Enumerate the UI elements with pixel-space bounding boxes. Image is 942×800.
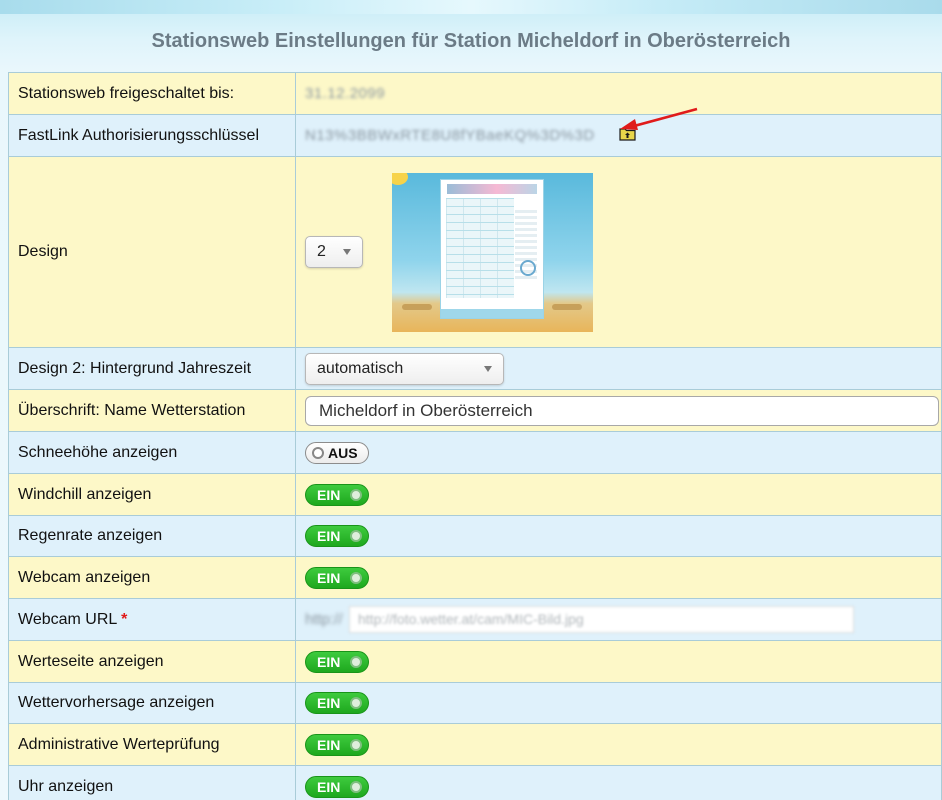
toggle-state: EIN [317, 569, 341, 586]
toggle-knob [350, 655, 362, 668]
value-page-toggle[interactable]: EIN [305, 650, 369, 673]
row-station-name: Überschrift: Name Wetterstation [8, 389, 942, 432]
row-label: Überschrift: Name Wetterstation [8, 389, 296, 432]
required-mark: * [121, 610, 128, 628]
snow-depth-toggle[interactable]: AUS [305, 441, 369, 464]
toggle-state: EIN [317, 653, 341, 670]
admin-check-toggle[interactable]: EIN [305, 733, 369, 756]
row-label: Webcam URL * [8, 598, 296, 641]
row-webcam: Webcam anzeigen EIN [8, 556, 942, 599]
toggle-state: AUS [328, 444, 358, 461]
webcam-url-label: Webcam URL [18, 610, 117, 628]
annotation-arrow-icon [620, 107, 698, 130]
row-label: Design 2: Hintergrund Jahreszeit [8, 347, 296, 390]
chevron-down-icon [343, 249, 351, 255]
toggle-knob [350, 571, 362, 584]
design-select[interactable]: 2 [305, 236, 363, 268]
unlocked-until-value: 31.12.2099 [305, 84, 386, 102]
forecast-toggle[interactable]: EIN [305, 692, 369, 714]
row-label: Windchill anzeigen [8, 473, 296, 516]
station-name-input[interactable] [305, 395, 939, 426]
row-label: Werteseite anzeigen [8, 640, 296, 683]
row-label: FastLink Authorisierungsschlüssel [8, 114, 296, 157]
season-select[interactable]: automatisch [305, 352, 504, 385]
chevron-down-icon [484, 365, 492, 372]
row-label: Schneehöhe anzeigen [8, 431, 296, 474]
row-webcam-url: Webcam URL * http:// http://foto.wetter.… [8, 598, 942, 641]
webcam-toggle[interactable]: EIN [305, 566, 369, 589]
toggle-knob [350, 488, 362, 501]
toggle-state: EIN [317, 778, 341, 795]
design-preview-image [392, 173, 593, 332]
row-season: Design 2: Hintergrund Jahreszeit automat… [8, 347, 942, 390]
row-label: Regenrate anzeigen [8, 515, 296, 557]
webcam-url-prefix: http:// [305, 611, 343, 628]
row-admin-check: Administrative Werteprüfung EIN [8, 723, 942, 766]
row-unlocked-until: Stationsweb freigeschaltet bis: 31.12.20… [8, 72, 942, 115]
season-select-value: automatisch [317, 359, 404, 377]
rain-rate-toggle[interactable]: EIN [305, 525, 369, 547]
row-design: Design 2 [8, 156, 942, 348]
design-select-value: 2 [317, 243, 326, 260]
toggle-knob [350, 738, 362, 751]
toggle-knob [350, 530, 362, 542]
toggle-state: EIN [317, 528, 341, 544]
toggle-state: EIN [317, 695, 341, 711]
row-clock: Uhr anzeigen EIN [8, 765, 942, 800]
row-label: Webcam anzeigen [8, 556, 296, 599]
header-band [0, 0, 942, 14]
toggle-knob [350, 697, 362, 709]
row-value-page: Werteseite anzeigen EIN [8, 640, 942, 683]
row-rain-rate: Regenrate anzeigen EIN [8, 515, 942, 557]
row-label: Design [8, 156, 296, 348]
toggle-state: EIN [317, 486, 341, 503]
settings-table: Stationsweb freigeschaltet bis: 31.12.20… [8, 72, 942, 800]
row-label: Administrative Werteprüfung [8, 723, 296, 766]
row-windchill: Windchill anzeigen EIN [8, 473, 942, 516]
row-forecast: Wettervorhersage anzeigen EIN [8, 682, 942, 724]
row-label: Wettervorhersage anzeigen [8, 682, 296, 724]
windchill-toggle[interactable]: EIN [305, 483, 369, 506]
row-label: Stationsweb freigeschaltet bis: [8, 72, 296, 115]
toggle-knob [350, 780, 362, 793]
webcam-url-input[interactable]: http://foto.wetter.at/cam/MIC-Bild.jpg [349, 606, 854, 633]
fastlink-key-value: N13%3BBWxRTE8U8fYBaeKQ%3D%3D [305, 126, 595, 144]
page-title: Stationsweb Einstellungen für Station Mi… [151, 30, 791, 52]
row-fastlink: FastLink Authorisierungsschlüssel N13%3B… [8, 114, 942, 157]
row-label: Uhr anzeigen [8, 765, 296, 800]
clock-toggle[interactable]: EIN [305, 775, 369, 798]
toggle-knob [312, 446, 324, 459]
toggle-state: EIN [317, 736, 341, 753]
row-snow-depth: Schneehöhe anzeigen AUS [8, 431, 942, 474]
